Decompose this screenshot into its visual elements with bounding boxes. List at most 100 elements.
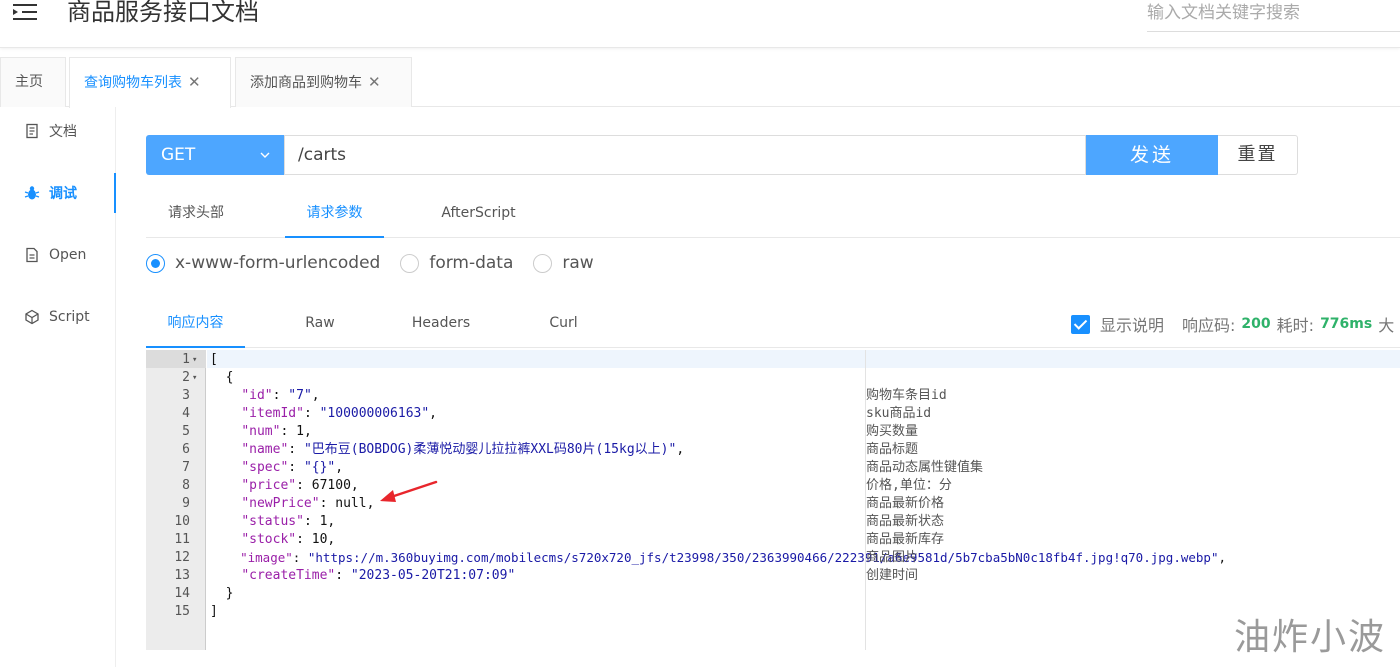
sidebar-item-label: Open	[49, 247, 87, 263]
chevron-down-icon	[260, 152, 270, 158]
line-number: 5	[182, 424, 190, 439]
method-select[interactable]: GET	[146, 135, 284, 175]
field-stock: 10	[311, 532, 328, 547]
response-time: 776ms	[1320, 316, 1373, 332]
field-image: https://m.360buyimg.com/mobilecms/s720x7…	[315, 550, 1211, 565]
tab-after-script[interactable]: AfterScript	[426, 190, 531, 238]
code-line: "num": 1,	[241, 424, 312, 439]
code-line: "image": "https://m.360buyimg.com/mobile…	[240, 550, 1227, 565]
page-title: 商品服务接口文档	[67, 0, 259, 26]
show-desc-label: 显示说明	[1100, 316, 1165, 335]
field-name: 巴布豆(BOBDOG)柔薄悦动婴儿拉拉裤XXL码80片(15kg以上)	[311, 442, 669, 457]
field-comment: 商品最新状态	[866, 514, 945, 529]
field-comment: 商品图片	[866, 550, 919, 565]
radio-dot	[400, 253, 420, 273]
tab-request-params[interactable]: 请求参数	[285, 190, 384, 238]
time-label: 耗时:	[1276, 316, 1315, 335]
request-tabs: 请求头部 请求参数 AfterScript	[146, 190, 1400, 238]
tab-label: 添加商品到购物车	[250, 75, 362, 91]
tab-label: 查询购物车列表	[84, 75, 182, 91]
field-price: 67100	[311, 478, 351, 493]
radio-dot	[146, 253, 165, 273]
close-icon[interactable]: ✕	[368, 73, 381, 91]
line-number: 8	[182, 478, 190, 493]
send-button[interactable]: 发送	[1086, 135, 1218, 175]
bug-icon	[24, 186, 40, 200]
radio-urlencoded[interactable]: x-www-form-urlencoded	[146, 253, 380, 273]
sidebar-item-docs[interactable]: 文档	[0, 111, 116, 151]
url-input[interactable]: /carts	[284, 135, 1086, 175]
reset-button[interactable]: 重置	[1218, 135, 1298, 175]
radio-form-data[interactable]: form-data	[400, 253, 513, 273]
close-icon[interactable]: ✕	[188, 73, 201, 91]
code-line: ]	[210, 604, 218, 619]
code-line: "name": "巴布豆(BOBDOG)柔薄悦动婴儿拉拉裤XXL码80片(15k…	[241, 442, 685, 457]
code-line: "spec": "{}",	[241, 460, 344, 475]
size-label: 大	[1378, 316, 1395, 335]
response-tabs: 响应内容 Raw Headers Curl 显示说明 响应码: 200 耗时: …	[146, 300, 1400, 348]
code-line: }	[210, 586, 234, 601]
radio-raw[interactable]: raw	[533, 253, 594, 273]
tab-query-cart-list[interactable]: 查询购物车列表 ✕	[69, 57, 231, 108]
show-desc-checkbox[interactable]	[1071, 314, 1090, 334]
tab-response-raw[interactable]: Raw	[286, 300, 354, 348]
code-line: [	[210, 352, 218, 367]
tab-response-headers[interactable]: Headers	[401, 300, 481, 348]
field-create-time: 2023-05-20T21:07:09	[358, 568, 508, 583]
line-number: 13	[174, 568, 190, 583]
status-code: 200	[1241, 316, 1271, 332]
active-line	[207, 350, 1400, 368]
line-number: 15	[174, 604, 190, 619]
response-meta: 显示说明 响应码: 200 耗时: 776ms 大	[1071, 300, 1394, 348]
request-bar: GET /carts 发送 重置	[146, 135, 1298, 175]
content-type-group: x-www-form-urlencoded form-data raw	[146, 250, 614, 276]
field-new-price: null	[335, 496, 367, 511]
document-icon	[26, 123, 38, 139]
annotation-arrow-icon	[380, 480, 438, 502]
tab-response-content[interactable]: 响应内容	[146, 300, 245, 348]
radio-label: form-data	[429, 253, 514, 273]
sidebar: 文档 调试 Open Script	[0, 107, 116, 667]
method-value: GET	[161, 145, 196, 165]
code-line: "itemId": "100000006163",	[241, 406, 437, 421]
response-editor[interactable]: 1 2 3 4 5 6 7 8 9 10 11 12 13 14 15 ▾ ▾ …	[146, 350, 1400, 650]
field-status: 1	[319, 514, 328, 529]
line-number: 14	[174, 586, 190, 601]
tab-home[interactable]: 主页	[0, 57, 66, 107]
sidebar-item-script[interactable]: Script	[0, 297, 116, 337]
line-number: 1	[182, 352, 190, 367]
code-line: "stock": 10,	[241, 532, 336, 547]
line-number: 12	[174, 550, 190, 565]
field-comment: 创建时间	[866, 568, 919, 583]
fold-toggle-icon[interactable]: ▾	[192, 351, 200, 369]
field-comment: 价格,单位：分	[866, 478, 952, 493]
radio-label: x-www-form-urlencoded	[175, 253, 381, 273]
field-comment: 商品标题	[866, 442, 919, 457]
status-label: 响应码:	[1182, 316, 1236, 335]
tab-request-headers[interactable]: 请求头部	[146, 190, 246, 238]
line-number: 7	[182, 460, 190, 475]
code-sandbox-icon	[25, 309, 39, 325]
radio-dot	[533, 253, 553, 273]
tab-response-curl[interactable]: Curl	[536, 300, 591, 348]
tab-bar: 主页 查询购物车列表 ✕ 添加商品到购物车 ✕	[0, 57, 1400, 108]
field-comment: sku商品id	[866, 406, 932, 421]
sidebar-item-debug[interactable]: 调试	[0, 173, 116, 213]
sidebar-item-open[interactable]: Open	[0, 235, 116, 275]
fold-toggle-icon[interactable]: ▾	[192, 369, 200, 387]
sidebar-item-label: 文档	[49, 124, 77, 140]
tab-add-to-cart[interactable]: 添加商品到购物车 ✕	[235, 57, 412, 107]
field-id: 7	[296, 388, 304, 403]
file-icon	[26, 247, 38, 263]
code-line: "id": "7",	[241, 388, 320, 403]
line-number: 4	[182, 406, 190, 421]
code-line: "price": 67100,	[241, 478, 359, 493]
code-line: "createTime": "2023-05-20T21:07:09"	[241, 568, 516, 583]
sidebar-item-label: Script	[49, 309, 90, 325]
search-input[interactable]	[1147, 0, 1400, 32]
tab-label: 主页	[15, 74, 43, 90]
line-number: 6	[182, 442, 190, 457]
menu-fold-icon[interactable]	[13, 2, 37, 22]
line-number: 11	[174, 532, 190, 547]
code-line: "newPrice": null,	[241, 496, 375, 511]
